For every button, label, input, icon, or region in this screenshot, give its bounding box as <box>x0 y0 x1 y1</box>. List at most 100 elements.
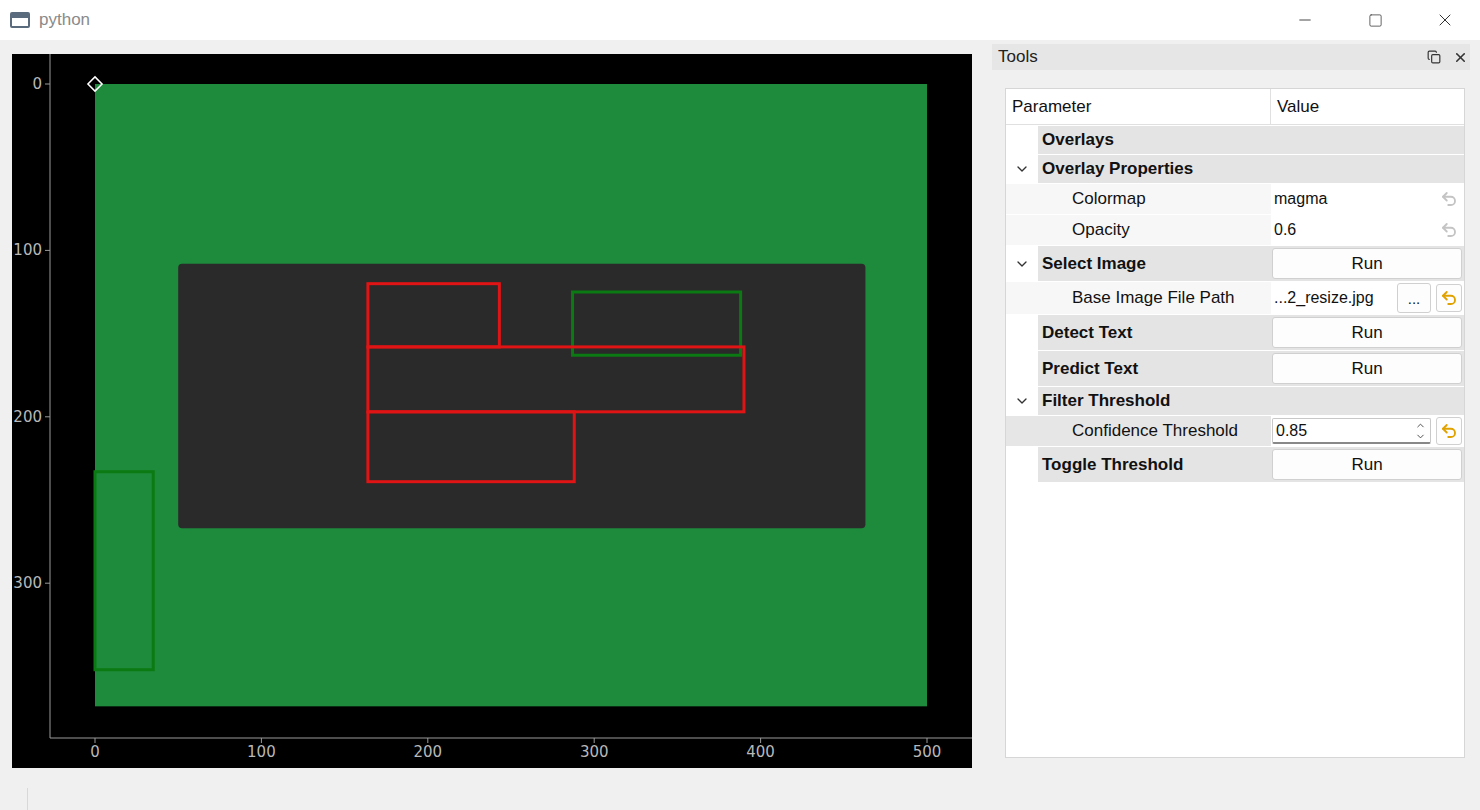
parameter-tree[interactable]: ParameterValueOverlaysOverlay Properties… <box>1005 88 1465 758</box>
parameter-value[interactable]: magma <box>1271 184 1464 214</box>
group-value: Run <box>1271 315 1464 350</box>
expander[interactable] <box>1006 155 1038 183</box>
y-tick: 100 <box>13 241 50 259</box>
expander <box>1006 351 1038 386</box>
svg-text:100: 100 <box>13 241 42 259</box>
maximize-icon <box>1368 13 1383 28</box>
status-bar <box>0 785 1480 810</box>
group-row[interactable]: Detect TextRun <box>1006 315 1464 350</box>
group-label: Predict Text <box>1038 351 1271 386</box>
group-value <box>1271 387 1464 415</box>
parameter-value[interactable]: 0.85 <box>1271 416 1464 446</box>
dock-close-button[interactable] <box>1453 50 1470 65</box>
expanded-chevron-icon[interactable] <box>1014 256 1030 272</box>
close-button[interactable] <box>1410 0 1480 40</box>
expanded-chevron-icon[interactable] <box>1014 393 1030 409</box>
group-value <box>1271 126 1464 154</box>
value-text[interactable]: 0.6 <box>1272 221 1431 239</box>
undo-icon <box>1440 190 1458 208</box>
run-button[interactable]: Run <box>1272 353 1462 384</box>
parameter-value[interactable]: ...2_resize.jpg... <box>1271 282 1464 314</box>
close-icon <box>1453 50 1468 65</box>
x-tick: 0 <box>90 738 100 761</box>
expander <box>1006 126 1038 154</box>
detection-box <box>95 472 153 670</box>
group-value: Run <box>1271 246 1464 281</box>
maximize-button[interactable] <box>1340 0 1410 40</box>
reset-button[interactable] <box>1436 417 1462 445</box>
expander[interactable] <box>1006 387 1038 415</box>
spin-value[interactable]: 0.85 <box>1273 422 1410 440</box>
window-title: python <box>39 10 1270 30</box>
parameter-row[interactable]: Colormapmagma <box>1006 184 1464 214</box>
group-label: Overlays <box>1038 126 1271 154</box>
main-area: 01002003000100200300400500ToolsParameter… <box>0 40 1480 785</box>
file-path[interactable]: ...2_resize.jpg <box>1272 289 1392 307</box>
reset-button[interactable] <box>1436 185 1462 213</box>
close-icon <box>1435 10 1455 30</box>
group-row[interactable]: Overlays <box>1006 126 1464 154</box>
parameter-label: Confidence Threshold <box>1006 416 1271 446</box>
group-row[interactable]: Predict TextRun <box>1006 351 1464 386</box>
detection-box <box>368 284 499 347</box>
app-icon <box>10 12 30 28</box>
roi-handle-icon[interactable] <box>88 77 102 91</box>
spin-arrows[interactable] <box>1410 420 1430 442</box>
expanded-chevron-icon[interactable] <box>1014 161 1030 177</box>
parameter-row[interactable]: Base Image File Path...2_resize.jpg... <box>1006 282 1464 314</box>
browse-button[interactable]: ... <box>1397 283 1431 313</box>
parameter-label: Base Image File Path <box>1006 282 1271 314</box>
parameter-row[interactable]: Confidence Threshold0.85 <box>1006 416 1464 446</box>
y-axis <box>50 54 51 738</box>
svg-text:300: 300 <box>13 574 42 592</box>
run-button[interactable]: Run <box>1272 449 1462 480</box>
svg-text:500: 500 <box>913 743 942 761</box>
expander <box>1006 315 1038 350</box>
photo <box>95 84 927 706</box>
group-row[interactable]: Toggle ThresholdRun <box>1006 447 1464 482</box>
expander <box>1006 447 1038 482</box>
group-row[interactable]: Select ImageRun <box>1006 246 1464 281</box>
tree-header: ParameterValue <box>1006 89 1464 125</box>
minimize-icon <box>1296 11 1314 29</box>
group-row[interactable]: Filter Threshold <box>1006 387 1464 415</box>
parameter-label: Opacity <box>1006 215 1271 245</box>
reset-button[interactable] <box>1436 284 1462 312</box>
svg-text:400: 400 <box>746 743 775 761</box>
status-separator <box>27 788 28 810</box>
group-row[interactable]: Overlay Properties <box>1006 155 1464 183</box>
window-controls <box>1270 0 1480 40</box>
chip <box>178 264 865 529</box>
expander[interactable] <box>1006 246 1038 281</box>
group-value <box>1271 155 1464 183</box>
svg-text:0: 0 <box>32 75 42 93</box>
run-button[interactable]: Run <box>1272 248 1462 279</box>
spin-box[interactable]: 0.85 <box>1272 418 1431 444</box>
minimize-button[interactable] <box>1270 0 1340 40</box>
detection-box <box>368 347 744 412</box>
image-plot[interactable]: 01002003000100200300400500 <box>12 54 972 768</box>
x-axis <box>50 738 972 739</box>
column-header[interactable]: Value <box>1271 89 1464 124</box>
up-arrow-icon[interactable] <box>1415 420 1426 431</box>
value-text[interactable]: magma <box>1272 190 1431 208</box>
reset-button[interactable] <box>1436 216 1462 244</box>
float-button[interactable] <box>1427 50 1443 64</box>
x-tick: 200 <box>413 738 442 761</box>
column-header[interactable]: Parameter <box>1006 89 1271 124</box>
svg-text:200: 200 <box>413 743 442 761</box>
y-tick: 200 <box>13 408 50 426</box>
group-label: Overlay Properties <box>1038 155 1271 183</box>
parameter-row[interactable]: Opacity0.6 <box>1006 215 1464 245</box>
group-value: Run <box>1271 351 1464 386</box>
parameter-value[interactable]: 0.6 <box>1271 215 1464 245</box>
dock-header[interactable]: Tools <box>992 44 1470 70</box>
dock-title: Tools <box>998 47 1417 67</box>
app-window: python01002003000100200300400500ToolsPar… <box>0 0 1480 810</box>
group-label: Toggle Threshold <box>1038 447 1271 482</box>
down-arrow-icon[interactable] <box>1415 431 1426 442</box>
run-button[interactable]: Run <box>1272 317 1462 348</box>
plot-canvas[interactable]: 01002003000100200300400500 <box>12 54 972 768</box>
x-tick: 400 <box>746 738 775 761</box>
y-tick: 0 <box>32 75 50 93</box>
